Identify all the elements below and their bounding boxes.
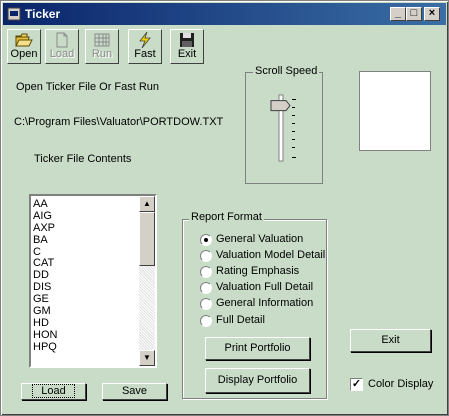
radio-selected-dot-icon [204,238,208,242]
radio-circle-icon[interactable] [200,298,212,310]
scroll-speed-label: Scroll Speed [253,65,320,77]
list-item[interactable]: C [33,246,139,258]
list-item[interactable]: HON [33,329,139,341]
run-button[interactable]: Run [85,29,119,64]
minimize-button[interactable]: _ [390,7,406,21]
save-button[interactable]: Save [102,383,167,400]
list-item[interactable]: GE [33,293,139,305]
scroll-down-arrow-icon[interactable]: ▼ [139,350,155,366]
ticker-window: Ticker _ □ × Open Load Run Fast Exit Ope… [0,0,449,416]
list-item[interactable]: DD [33,269,139,281]
toolbar: Open Load Run Fast Exit [3,27,446,65]
list-item[interactable]: AIG [33,210,139,222]
display-portfolio-button[interactable]: Display Portfolio [205,368,310,393]
list-item[interactable]: AXP [33,222,139,234]
exit-toolbar-button[interactable]: Exit [170,29,204,64]
exit-toolbar-label: Exit [177,48,197,60]
load-button[interactable]: Load [21,383,86,400]
file-path: C:\Program Files\Valuator\PORTDOW.TXT [14,116,224,128]
run-label: Run [91,48,113,60]
open-label: Open [10,48,38,60]
radio-label: General Information [216,297,314,309]
scroll-thumb[interactable] [139,212,155,266]
radio-label: Valuation Model Detail [216,249,326,261]
scroll-up-arrow-icon[interactable]: ▲ [139,196,155,212]
load-toolbar-button[interactable]: Load [45,29,79,64]
status-text: Open Ticker File Or Fast Run [16,81,160,93]
ticker-preview-box [359,71,431,151]
radio-label: Rating Emphasis [216,265,300,277]
checkbox-check-icon[interactable]: ✓ [350,378,363,391]
list-item[interactable]: DIS [33,281,139,293]
radio-circle-icon[interactable] [200,315,212,327]
app-icon [7,7,21,21]
scroll-speed-slider[interactable] [266,91,302,163]
ticker-list[interactable]: AA AIG AXP BA C CAT DD DIS GE GM HD HON HPQ ▲ ▼ [29,194,157,368]
radio-circle-icon[interactable] [200,282,212,294]
lightning-icon [139,32,151,48]
color-display-label: Color Display [368,378,434,390]
load-toolbar-label: Load [49,48,75,60]
list-item[interactable]: HPQ [33,341,139,353]
radio-label: General Valuation [216,233,304,245]
title-bar[interactable]: Ticker _ □ × [3,3,446,25]
list-label: Ticker File Contents [34,153,132,165]
list-scrollbar[interactable]: ▲ ▼ [139,196,155,366]
fast-label: Fast [134,48,156,60]
folder-open-icon [15,33,33,47]
document-icon [56,32,68,48]
radio-label: Full Detail [216,314,265,326]
list-item[interactable]: CAT [33,257,139,270]
open-button[interactable]: Open [7,29,41,64]
maximize-button[interactable]: □ [406,7,422,21]
load-button-label: Load [32,384,75,398]
floppy-disk-icon [180,33,194,47]
list-item[interactable]: AA [33,198,139,210]
list-item[interactable]: GM [33,305,139,317]
close-button[interactable]: × [424,7,440,21]
radio-circle-icon[interactable] [200,234,212,246]
fast-button[interactable]: Fast [128,29,162,64]
slider-thumb[interactable] [270,100,291,112]
list-item[interactable]: BA [33,234,139,246]
exit-button[interactable]: Exit [350,329,431,352]
window-title: Ticker [25,7,61,21]
print-portfolio-button[interactable]: Print Portfolio [205,337,310,360]
report-format-label: Report Format [189,211,264,223]
list-item[interactable]: HD [33,317,139,329]
radio-circle-icon[interactable] [200,266,212,278]
radio-circle-icon[interactable] [200,250,212,262]
grid-run-icon [94,33,110,47]
radio-label: Valuation Full Detail [216,281,314,293]
